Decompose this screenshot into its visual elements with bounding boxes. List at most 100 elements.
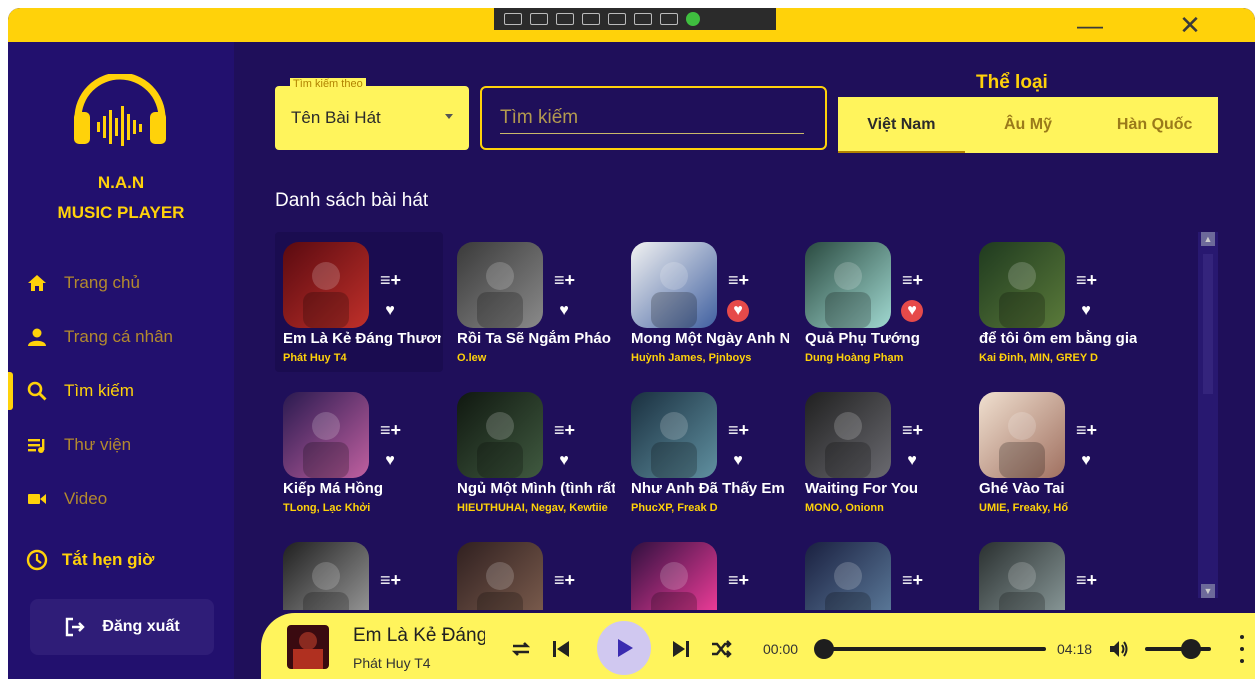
genre-title: Thể loại bbox=[976, 72, 1048, 93]
heart-icon[interactable]: ♥ bbox=[553, 450, 575, 472]
toolbar-icon[interactable] bbox=[634, 13, 652, 25]
add-to-playlist-icon[interactable]: ≡+ bbox=[1076, 420, 1097, 441]
toolbar-icon[interactable] bbox=[660, 13, 678, 25]
song-card[interactable]: ≡+ ♥ Rồi Ta Sẽ Ngắm Pháo Hoa Cùng Nhau O.le… bbox=[449, 232, 617, 372]
add-to-playlist-icon[interactable]: ≡+ bbox=[554, 420, 575, 441]
tab-vietnam[interactable]: Việt Nam bbox=[838, 97, 965, 153]
heart-icon[interactable]: ♥ bbox=[901, 450, 923, 472]
volume-knob[interactable] bbox=[1181, 639, 1202, 659]
sidebar-item-profile[interactable]: Trang cá nhân bbox=[8, 310, 234, 364]
song-cover bbox=[457, 392, 543, 478]
sidebar-item-search[interactable]: Tìm kiếm bbox=[8, 364, 234, 418]
search-icon bbox=[26, 380, 48, 402]
song-title: Em Là Kẻ Đáng Thương bbox=[283, 330, 441, 347]
song-cover bbox=[457, 542, 543, 610]
song-card[interactable]: ≡+ bbox=[623, 532, 791, 610]
next-icon[interactable] bbox=[667, 635, 695, 663]
toolbar-icon[interactable] bbox=[556, 13, 574, 25]
heart-icon[interactable]: ♥ bbox=[1075, 300, 1097, 322]
add-to-playlist-icon[interactable]: ≡+ bbox=[902, 270, 923, 291]
heart-icon[interactable]: ♥ bbox=[901, 300, 923, 322]
sidebar-item-video[interactable]: Video bbox=[8, 472, 234, 526]
song-cover bbox=[631, 392, 717, 478]
add-to-playlist-icon[interactable]: ≡+ bbox=[728, 420, 749, 441]
volume-icon[interactable] bbox=[1105, 635, 1133, 663]
add-to-playlist-icon[interactable]: ≡+ bbox=[902, 420, 923, 441]
song-card[interactable]: ≡+ ♥ Kiếp Má Hồng TLong, Lạc Khởi bbox=[275, 382, 443, 522]
song-cover bbox=[805, 242, 891, 328]
scroll-thumb[interactable] bbox=[1203, 254, 1213, 394]
add-to-playlist-icon[interactable]: ≡+ bbox=[1076, 570, 1097, 591]
repeat-icon[interactable] bbox=[507, 635, 535, 663]
heart-icon[interactable]: ♥ bbox=[553, 300, 575, 322]
scroll-up-icon[interactable]: ▲ bbox=[1201, 232, 1215, 246]
add-to-playlist-icon[interactable]: ≡+ bbox=[728, 570, 749, 591]
app-window: — ✕ N.A.N MUSIC PLAYER Trang chủ Trang c… bbox=[8, 8, 1255, 679]
volume-track[interactable] bbox=[1145, 647, 1211, 651]
add-to-playlist-icon[interactable]: ≡+ bbox=[380, 420, 401, 441]
minimize-button[interactable]: — bbox=[1068, 10, 1112, 40]
song-card[interactable]: ≡+ ♥ Mong Một Ngày Anh Nhớ Đến Em Huỳnh Jam… bbox=[623, 232, 791, 372]
toolbar-icon[interactable] bbox=[582, 13, 600, 25]
tab-korea[interactable]: Hàn Quốc bbox=[1091, 97, 1218, 153]
song-card[interactable]: ≡+ ♥ Ghé Vào Tai UMIE, Freaky, Hổ bbox=[971, 382, 1139, 522]
song-card[interactable]: ≡+ ♥ Em Là Kẻ Đáng Thương Phát Huy T4 bbox=[275, 232, 443, 372]
heart-icon[interactable]: ♥ bbox=[1075, 450, 1097, 472]
song-card[interactable]: ≡+ bbox=[971, 532, 1139, 610]
song-card[interactable]: ≡+ bbox=[449, 532, 617, 610]
logout-icon bbox=[64, 616, 86, 638]
progress-knob[interactable] bbox=[814, 639, 834, 659]
toolbar-icon[interactable] bbox=[504, 13, 522, 25]
add-to-playlist-icon[interactable]: ≡+ bbox=[380, 570, 401, 591]
more-options-icon[interactable] bbox=[1235, 635, 1249, 663]
search-input[interactable] bbox=[500, 102, 804, 134]
song-cover bbox=[283, 542, 369, 610]
shuffle-icon[interactable] bbox=[707, 635, 735, 663]
song-title: Rồi Ta Sẽ Ngắm Pháo Hoa Cùng Nhau bbox=[457, 330, 615, 347]
toolbar-icon[interactable] bbox=[530, 13, 548, 25]
sidebar-nav: Trang chủ Trang cá nhân Tìm kiếm Thư việ… bbox=[8, 256, 234, 526]
song-card[interactable]: ≡+ bbox=[275, 532, 443, 610]
song-title: Waiting For You bbox=[805, 480, 919, 497]
sidebar-item-library[interactable]: Thư viện bbox=[8, 418, 234, 472]
progress-track[interactable] bbox=[824, 647, 1046, 651]
search-by-select[interactable]: Tìm kiếm theo Tên Bài Hát bbox=[275, 78, 469, 150]
song-cover bbox=[979, 242, 1065, 328]
previous-icon[interactable] bbox=[547, 635, 575, 663]
add-to-playlist-icon[interactable]: ≡+ bbox=[1076, 270, 1097, 291]
scrollbar[interactable]: ▲ ▼ bbox=[1198, 232, 1218, 598]
add-to-playlist-icon[interactable]: ≡+ bbox=[380, 270, 401, 291]
song-title: Mong Một Ngày Anh Nhớ Đến Em bbox=[631, 330, 789, 347]
add-to-playlist-icon[interactable]: ≡+ bbox=[728, 270, 749, 291]
song-cover bbox=[283, 242, 369, 328]
add-to-playlist-icon[interactable]: ≡+ bbox=[554, 270, 575, 291]
sidebar: N.A.N MUSIC PLAYER Trang chủ Trang cá nh… bbox=[8, 42, 234, 679]
add-to-playlist-icon[interactable]: ≡+ bbox=[554, 570, 575, 591]
song-card[interactable]: ≡+ ♥ Waiting For You MONO, Onionn bbox=[797, 382, 965, 522]
close-button[interactable]: ✕ bbox=[1168, 10, 1212, 40]
scroll-down-icon[interactable]: ▼ bbox=[1201, 584, 1215, 598]
song-card[interactable]: ≡+ ♥ Ngủ Một Mình (tình rất tình) HIEUTHUHA… bbox=[449, 382, 617, 522]
song-artist: MONO, Onionn bbox=[805, 502, 884, 514]
logout-button[interactable]: Đăng xuất bbox=[30, 599, 214, 655]
search-by-label: Tìm kiếm theo bbox=[290, 78, 366, 90]
chevron-down-icon bbox=[445, 114, 453, 119]
heart-icon[interactable]: ♥ bbox=[379, 450, 401, 472]
play-button[interactable] bbox=[597, 621, 651, 675]
tab-us-uk[interactable]: Âu Mỹ bbox=[965, 97, 1092, 153]
heart-icon[interactable]: ♥ bbox=[379, 300, 401, 322]
section-title: Danh sách bài hát bbox=[275, 190, 429, 211]
library-icon bbox=[26, 434, 48, 456]
add-to-playlist-icon[interactable]: ≡+ bbox=[902, 570, 923, 591]
song-card[interactable]: ≡+ ♥ để tôi ôm em bằng giai điệu này Kai Đi… bbox=[971, 232, 1139, 372]
sleep-timer-button[interactable]: Tắt hẹn giờ bbox=[26, 549, 154, 571]
sidebar-item-home[interactable]: Trang chủ bbox=[8, 256, 234, 310]
song-card[interactable]: ≡+ bbox=[797, 532, 965, 610]
song-artist: PhucXP, Freak D bbox=[631, 502, 718, 514]
song-card[interactable]: ≡+ ♥ Như Anh Đã Thấy Em PhucXP, Freak D bbox=[623, 382, 791, 522]
heart-icon[interactable]: ♥ bbox=[727, 450, 749, 472]
toolbar-icon[interactable] bbox=[608, 13, 626, 25]
song-card[interactable]: ≡+ ♥ Quả Phụ Tướng Dung Hoàng Phạm bbox=[797, 232, 965, 372]
check-icon[interactable] bbox=[686, 12, 700, 26]
heart-icon[interactable]: ♥ bbox=[727, 300, 749, 322]
